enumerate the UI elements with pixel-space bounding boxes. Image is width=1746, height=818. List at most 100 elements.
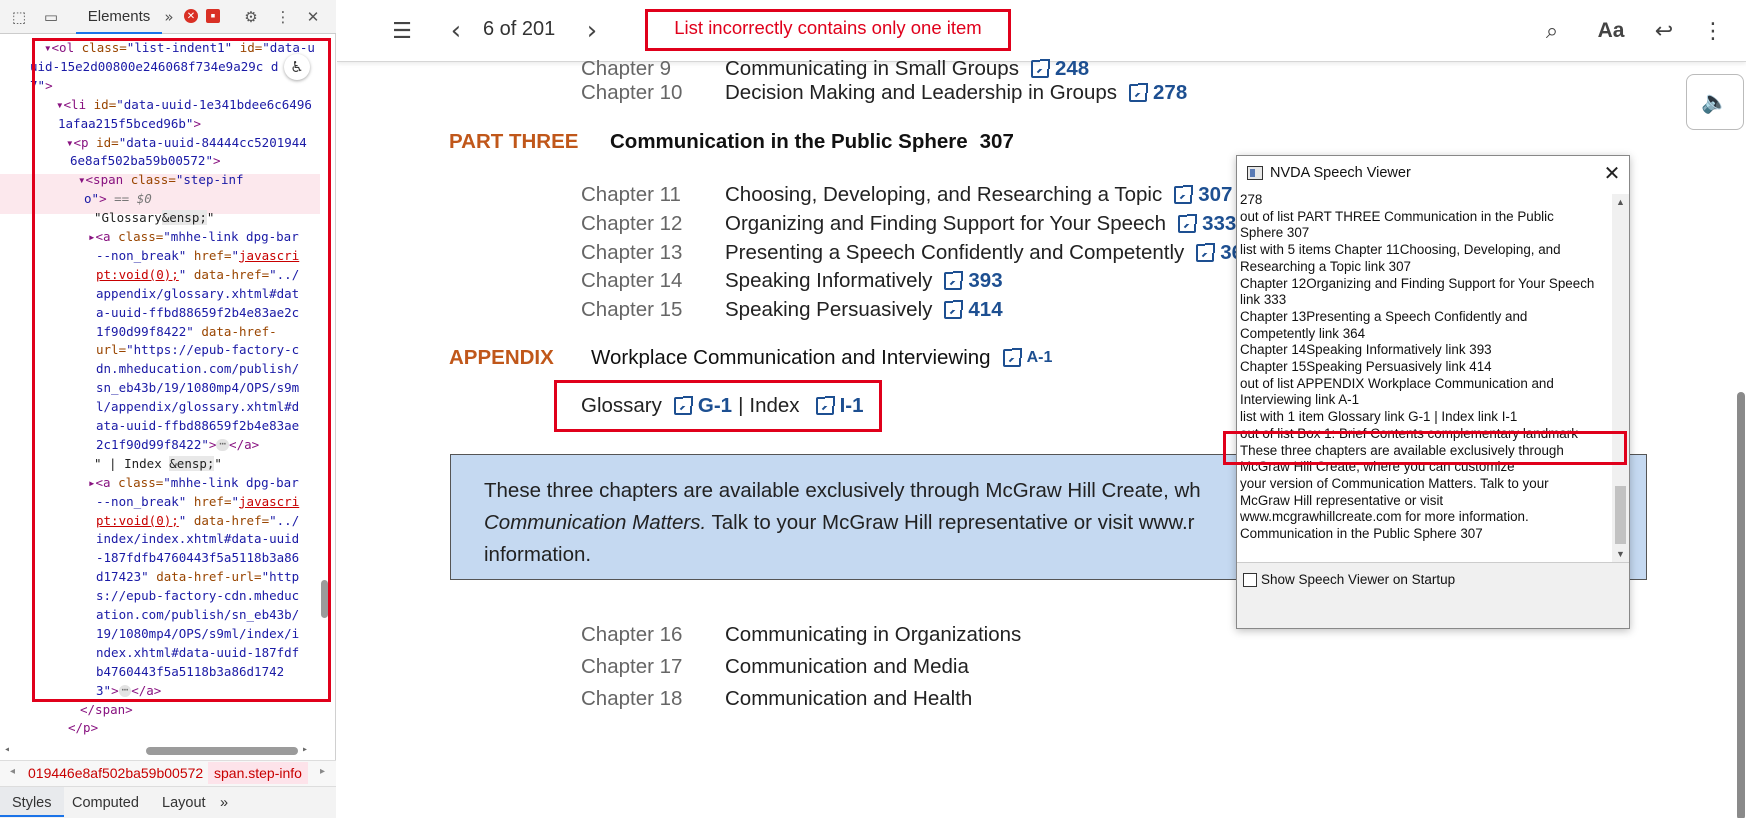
toc-row-chapter-18: Chapter 18 Communication and Health	[581, 686, 972, 712]
chapter-number: Chapter 9	[581, 57, 672, 80]
speech-log-line: Chapter 12Organizing and Finding Support…	[1240, 275, 1595, 291]
part-label: PART THREE	[449, 130, 579, 153]
box-line-2-rest: Talk to your McGraw Hill representative …	[706, 511, 1195, 534]
chapter-page-link[interactable]: 414	[944, 298, 1003, 322]
nvda-title: NVDA Speech Viewer	[1270, 165, 1411, 181]
chapter-title: Presenting a Speech Confidently and Comp…	[725, 241, 1185, 264]
scroll-up-icon[interactable]: ▲	[1612, 194, 1629, 210]
accessibility-icon[interactable]: ♿	[284, 54, 310, 80]
close-icon[interactable]: ✕	[1599, 160, 1625, 186]
breadcrumb-item[interactable]: 019446e8af502ba59b00572	[28, 765, 203, 781]
dom-tree-line[interactable]: </span>	[80, 700, 133, 719]
tab-styles[interactable]: Styles	[0, 787, 64, 817]
search-icon[interactable]: ⌕	[1535, 14, 1569, 48]
chapter-title: Speaking Informatively	[725, 269, 933, 292]
chapter-page-link[interactable]: 333	[1178, 212, 1236, 236]
speech-log-line: Chapter 14Speaking Informatively link 39…	[1240, 342, 1492, 358]
external-link-icon	[1178, 214, 1198, 233]
dom-token: </p>	[68, 720, 99, 736]
book-title-italic: Communication Matters.	[484, 511, 707, 534]
tab-layout[interactable]: Layout	[162, 795, 206, 811]
speech-log-line: www.mcgrawhillcreate.com for more inform…	[1240, 509, 1529, 525]
more-options-icon[interactable]: ⋮	[272, 6, 294, 28]
dom-tree-line[interactable]: </p>	[68, 718, 98, 737]
show-on-startup-checkbox[interactable]	[1243, 573, 1257, 587]
toc-row-chapter-15: Chapter 15 Speaking Persuasively 414	[581, 297, 1003, 323]
annotation-redbox-glossary	[554, 380, 882, 432]
chapter-title: Communication and Health	[725, 687, 973, 710]
chapter-title: Decision Making and Leadership in Groups	[725, 81, 1118, 104]
table-of-contents-icon[interactable]: ☰	[385, 14, 419, 48]
issues-count-icon[interactable]: ▪	[206, 9, 220, 23]
nvda-window-icon	[1247, 166, 1263, 180]
part-three-heading: PART THREE Communication in the Public S…	[449, 128, 1014, 156]
breadcrumb-left-icon[interactable]: ◂	[10, 766, 15, 777]
tab-computed[interactable]: Computed	[72, 795, 139, 811]
next-page-icon[interactable]: ›	[579, 14, 605, 48]
more-tabs-icon[interactable]: »	[158, 6, 180, 28]
dom-token: </span>	[80, 701, 133, 717]
breadcrumb: ◂ 019446e8af502ba59b00572 span.step-info…	[0, 760, 336, 786]
chapter-title: Communicating in Organizations	[725, 623, 1022, 646]
toc-row-chapter-17: Chapter 17 Communication and Media	[581, 654, 969, 680]
appendix-title: Workplace Communication and Interviewing	[591, 346, 991, 369]
chapter-title: Communicating in Small Groups	[725, 57, 1019, 80]
speech-log-line: Interviewing link A-1	[1240, 392, 1360, 408]
chapter-number: Chapter 14	[581, 269, 683, 292]
annotation-callout: List incorrectly contains only one item	[645, 9, 1011, 51]
dom-tree-vertical-scrollbar[interactable]	[320, 36, 330, 742]
device-toolbar-icon[interactable]: ▭	[40, 6, 62, 28]
reader-scrollbar[interactable]	[1737, 392, 1745, 818]
previous-page-icon[interactable]: ‹	[443, 14, 469, 48]
chapter-title: Communication and Media	[725, 655, 969, 678]
nvda-scrollbar[interactable]: ▲ ▼	[1612, 194, 1629, 562]
settings-gear-icon[interactable]: ⚙	[240, 6, 262, 28]
scroll-down-icon[interactable]: ▼	[1612, 546, 1629, 562]
part-title: Communication in the Public Sphere	[610, 130, 968, 153]
box-line-3: information.	[484, 543, 592, 566]
appendix-page-link[interactable]: A-1	[1002, 348, 1052, 367]
external-link-icon	[1030, 59, 1050, 78]
close-devtools-icon[interactable]: ✕	[302, 6, 324, 28]
error-count-icon[interactable]: ✕	[184, 9, 198, 23]
speech-log-line: Communication in the Public Sphere 307	[1240, 526, 1483, 541]
more-subtabs-icon[interactable]: »	[220, 795, 228, 811]
nvda-speech-log[interactable]: 278 out of list PART THREE Communication …	[1238, 194, 1613, 562]
toc-row-chapter-16: Chapter 16 Communicating in Organization…	[581, 622, 1021, 648]
more-options-icon[interactable]: ⋮	[1702, 14, 1724, 48]
speech-log-line: Researching a Topic link 307	[1240, 258, 1411, 274]
inspect-element-icon[interactable]: ⬚	[8, 6, 30, 28]
annotation-redbox-nvda	[1223, 431, 1627, 465]
toc-row-chapter-10: Chapter 10 Decision Making and Leadershi…	[581, 80, 1187, 106]
speech-log-line: Chapter 13Presenting a Speech Confidentl…	[1240, 308, 1528, 324]
box-line-1: These three chapters are available exclu…	[484, 479, 1201, 502]
chapter-number: Chapter 11	[581, 183, 681, 206]
chapter-number: Chapter 15	[581, 298, 683, 321]
read-aloud-speaker-icon[interactable]: 🔈	[1686, 74, 1744, 130]
nvda-title-bar[interactable]: NVDA Speech Viewer ✕	[1237, 156, 1629, 192]
speech-log-line: out of list APPENDIX Workplace Communica…	[1240, 375, 1554, 391]
breadcrumb-right-icon[interactable]: ▸	[320, 766, 325, 777]
show-on-startup-label[interactable]: Show Speech Viewer on Startup	[1261, 572, 1455, 587]
speech-log-line: Sphere 307	[1240, 225, 1310, 241]
chapter-number: Chapter 16	[581, 623, 683, 646]
chapter-page-link[interactable]: 393	[944, 269, 1003, 293]
appendix-heading: APPENDIX Workplace Communication and Int…	[449, 344, 1052, 372]
speech-log-line: link 333	[1240, 292, 1287, 308]
dom-tree-horizontal-scrollbar[interactable]: ◂ ▸	[0, 744, 314, 758]
chapter-title: Speaking Persuasively	[725, 298, 933, 321]
chapter-page-link[interactable]: 307	[1174, 183, 1232, 207]
speech-log-line: McGraw Hill representative or visit	[1240, 492, 1444, 508]
speech-log-line: Chapter 15Speaking Persuasively link 414	[1240, 359, 1492, 374]
speech-log-line: list with 1 item Glossary link G-1 | Ind…	[1240, 409, 1518, 425]
nvda-footer: Show Speech Viewer on Startup	[1237, 562, 1629, 628]
chapter-number: Chapter 10	[581, 81, 683, 104]
chapter-page-link[interactable]: 278	[1129, 81, 1187, 105]
tab-elements[interactable]: Elements	[76, 0, 162, 34]
appendix-label: APPENDIX	[449, 346, 554, 369]
chapter-page-link[interactable]: 248	[1030, 57, 1089, 81]
breadcrumb-item-selected[interactable]: span.step-info	[208, 762, 308, 784]
chapter-title: Organizing and Finding Support for Your …	[725, 212, 1167, 235]
back-icon[interactable]: ↩	[1649, 14, 1679, 48]
font-settings-button[interactable]: Aa	[1591, 14, 1631, 48]
